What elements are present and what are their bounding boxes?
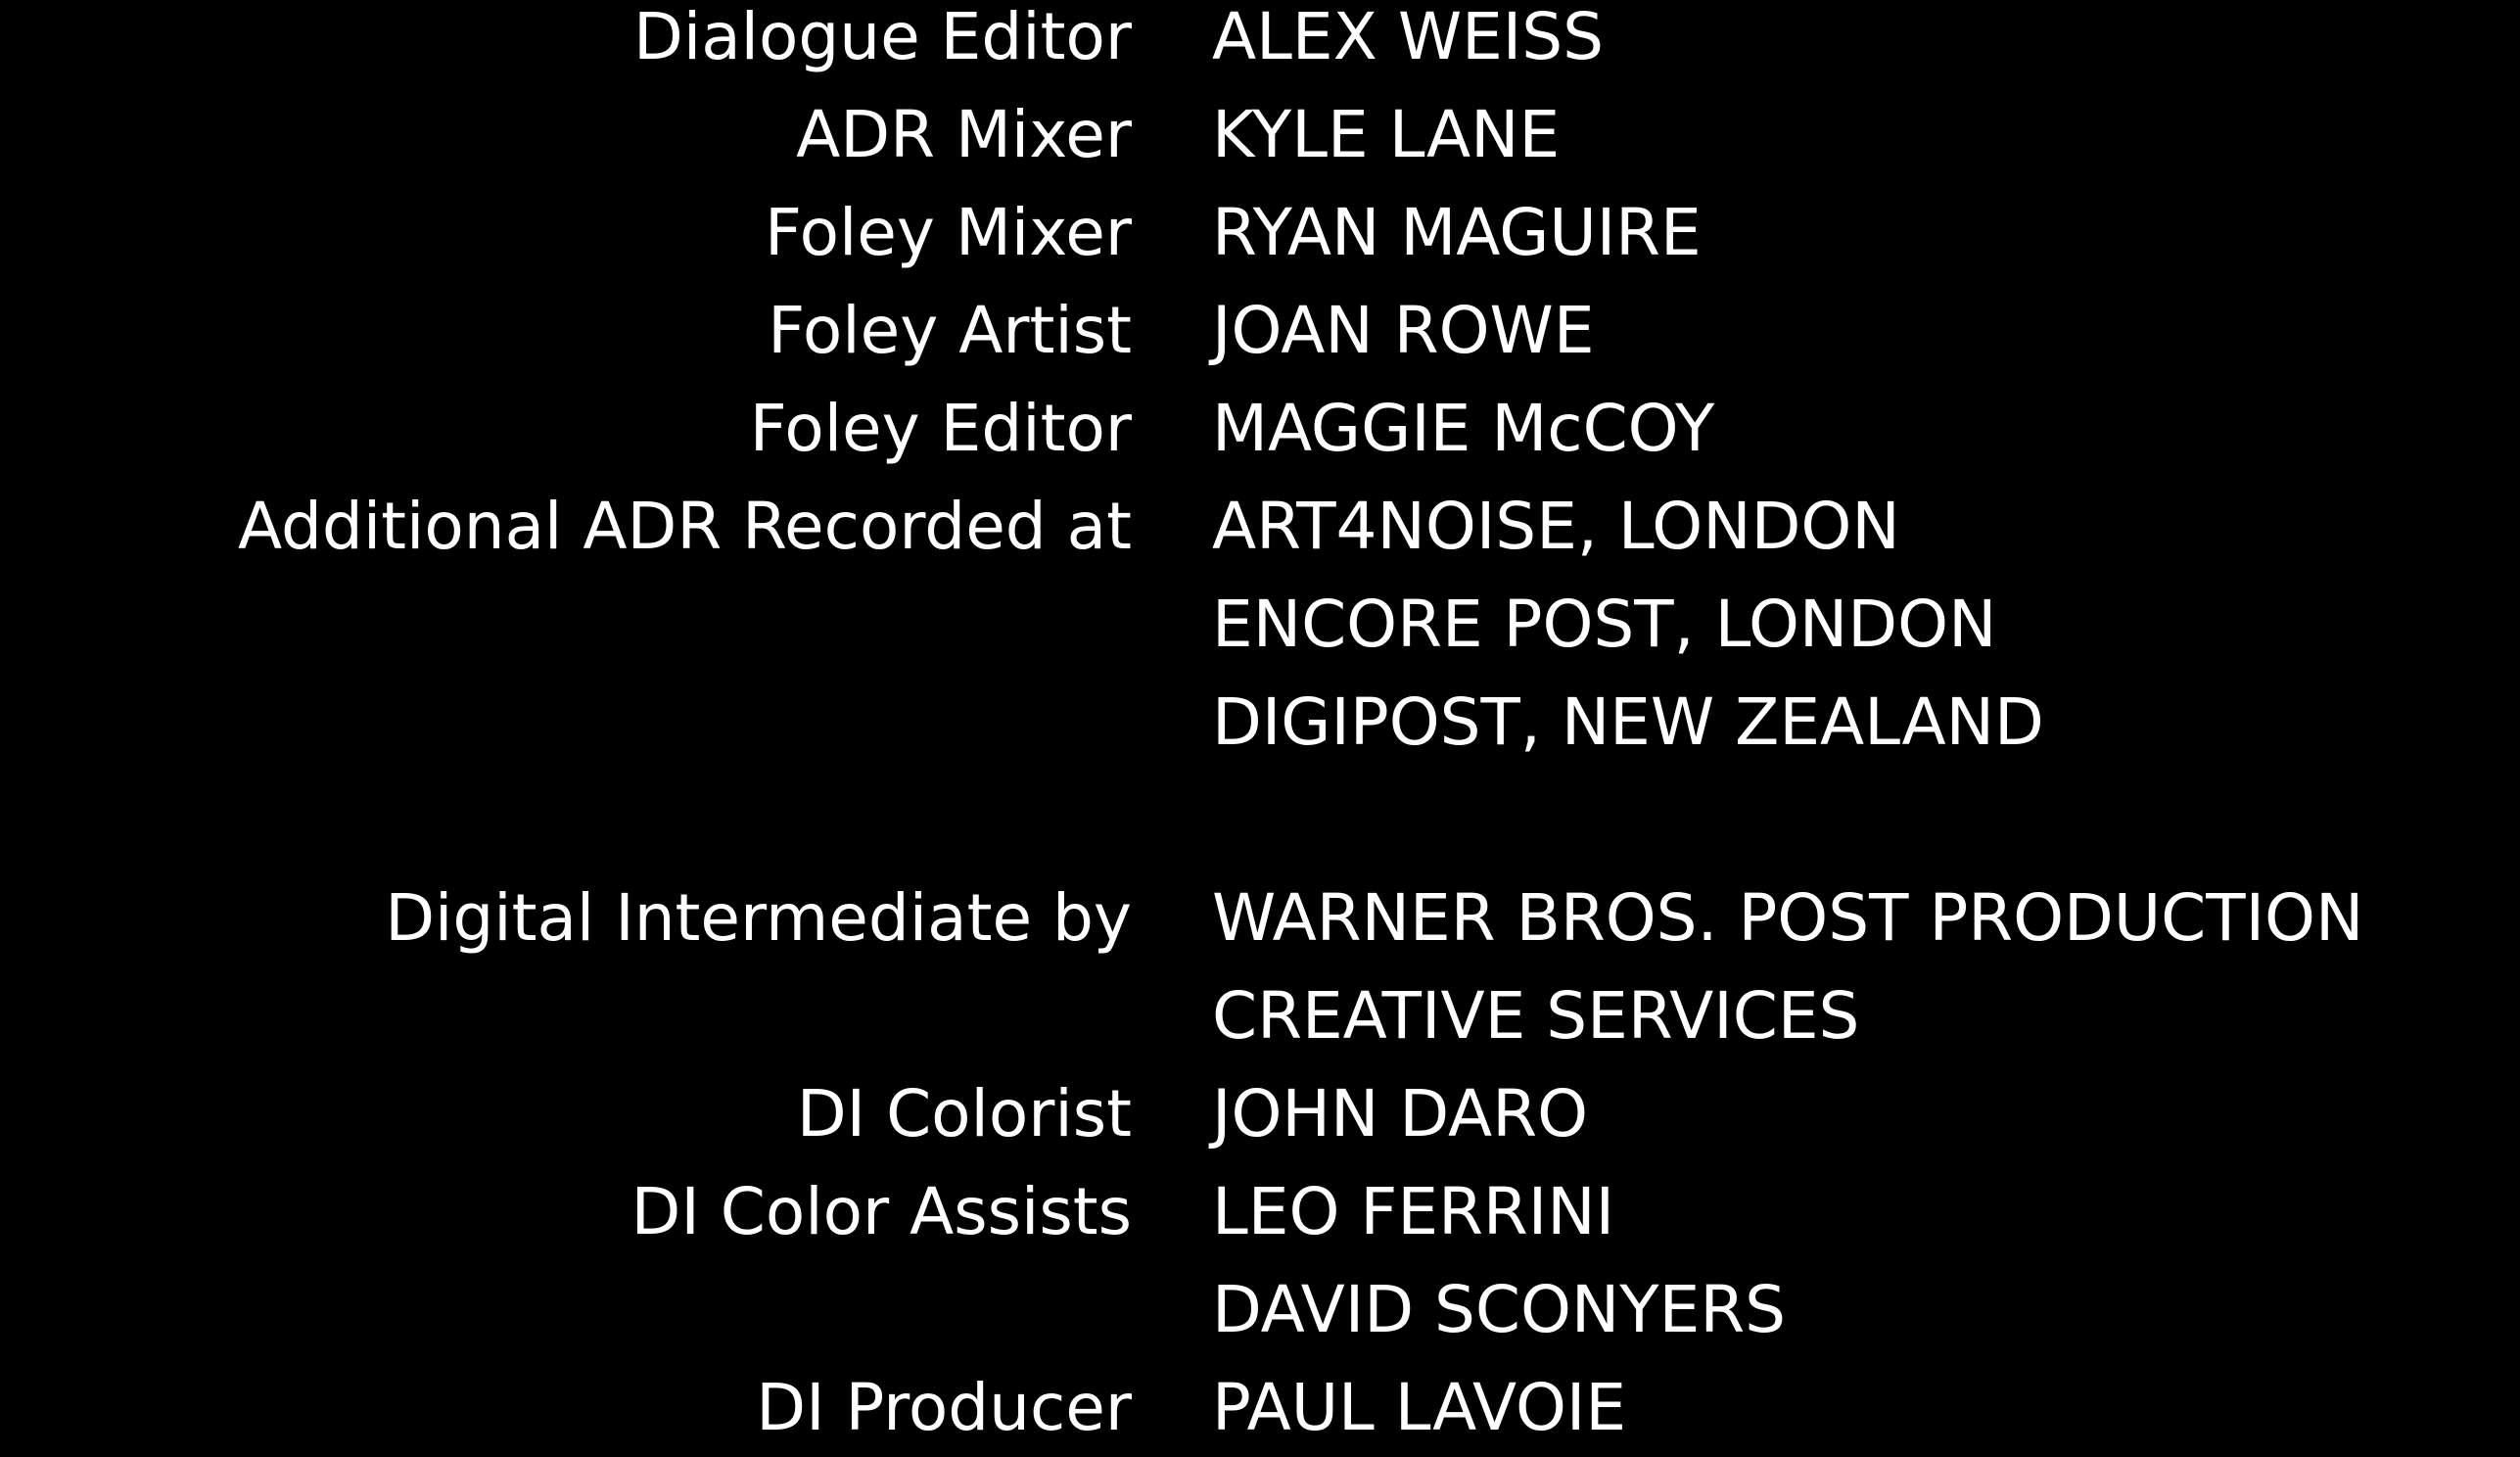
credit-name: RYAN MAGUIRE xyxy=(1212,195,1702,270)
credit-name: WARNER BROS. POST PRODUCTION xyxy=(1212,880,2364,956)
credit-row: Foley Mixer RYAN MAGUIRE xyxy=(0,184,2520,282)
credit-name: JOAN ROWE xyxy=(1212,293,1595,368)
credit-name: CREATIVE SERVICES xyxy=(1212,978,1860,1054)
credit-name: ART4NOISE, LONDON xyxy=(1212,489,1900,564)
credit-name: KYLE LANE xyxy=(1212,97,1561,172)
credit-row: Additional ADR Recorded at ART4NOISE, LO… xyxy=(0,478,2520,576)
credit-row: DI Color Assists LEO FERRINI xyxy=(0,1163,2520,1261)
credit-role: DI Producer xyxy=(756,1370,1132,1445)
credit-role: ADR Mixer xyxy=(796,97,1132,172)
credit-role: Digital Intermediate by xyxy=(385,880,1132,956)
credit-row: DAVID SCONYERS xyxy=(0,1261,2520,1359)
credit-row: DI Producer PAUL LAVOIE xyxy=(0,1359,2520,1457)
credit-name: LEO FERRINI xyxy=(1212,1174,1615,1249)
credit-name: JOHN DARO xyxy=(1212,1076,1589,1152)
credit-row: CREATIVE SERVICES xyxy=(0,967,2520,1065)
credit-row: DIGIPOST, NEW ZEALAND xyxy=(0,674,2520,772)
credit-row: DI Colorist JOHN DARO xyxy=(0,1065,2520,1163)
credit-row: Dialogue Editor ALEX WEISS xyxy=(0,0,2520,86)
credit-name: ALEX WEISS xyxy=(1212,0,1605,74)
credit-role: DI Colorist xyxy=(796,1076,1132,1152)
credit-role: Additional ADR Recorded at xyxy=(238,489,1132,564)
credit-role: Foley Editor xyxy=(749,391,1132,466)
credit-name: PAUL LAVOIE xyxy=(1212,1370,1627,1445)
credit-row: ADR Mixer KYLE LANE xyxy=(0,86,2520,184)
credit-name: DIGIPOST, NEW ZEALAND xyxy=(1212,684,2044,760)
credit-row: ENCORE POST, LONDON xyxy=(0,576,2520,674)
credit-name: MAGGIE McCOY xyxy=(1212,391,1715,466)
credit-name: DAVID SCONYERS xyxy=(1212,1272,1787,1347)
credit-name: ENCORE POST, LONDON xyxy=(1212,587,1997,662)
credit-row: Digital Intermediate by WARNER BROS. POS… xyxy=(0,870,2520,967)
credit-role: Dialogue Editor xyxy=(633,0,1132,74)
credit-role: Foley Mixer xyxy=(764,195,1132,270)
credit-row: Foley Artist JOAN ROWE xyxy=(0,282,2520,380)
credit-role: Foley Artist xyxy=(768,293,1132,368)
credit-row: Foley Editor MAGGIE McCOY xyxy=(0,380,2520,478)
credit-role: DI Color Assists xyxy=(630,1174,1132,1249)
credits-block: Dialogue Editor ALEX WEISS ADR Mixer KYL… xyxy=(0,0,2520,1450)
